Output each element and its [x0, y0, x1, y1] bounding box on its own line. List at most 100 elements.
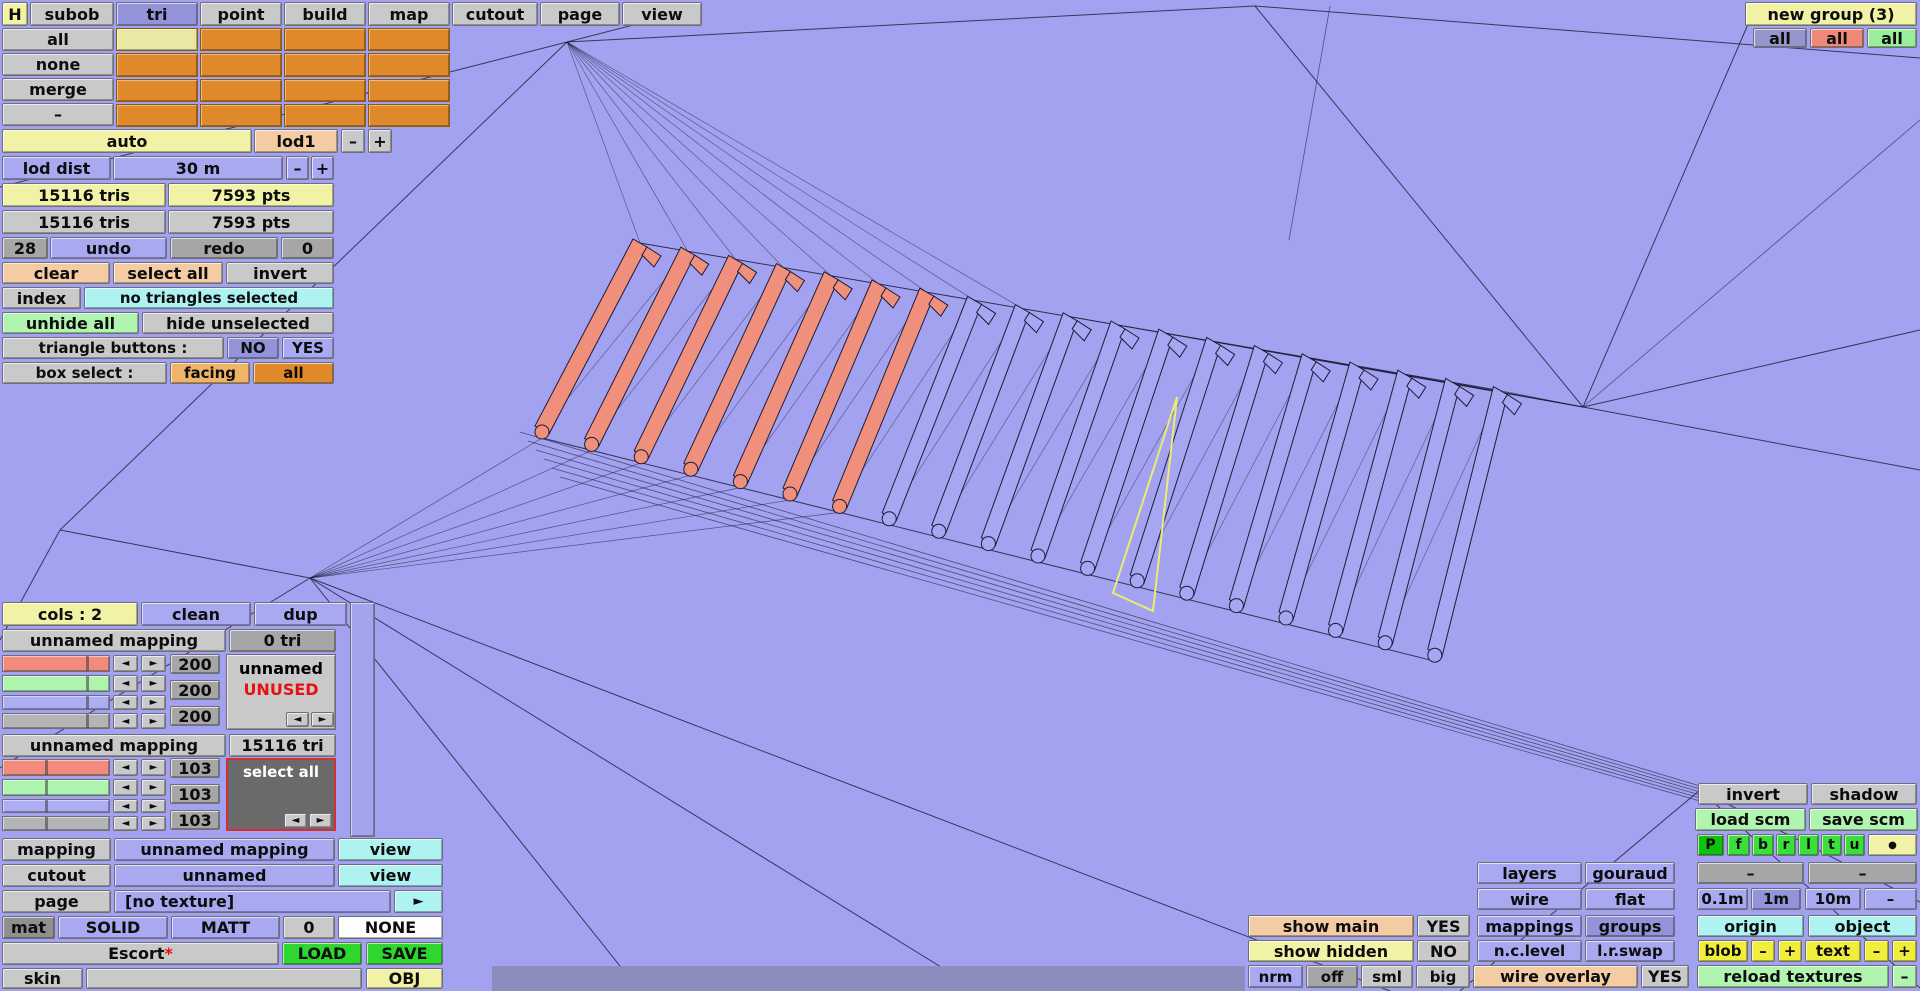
brightness-right-arrow[interactable]: ►	[141, 713, 166, 729]
green-slider-2[interactable]	[2, 779, 110, 796]
red-right-arrow-2[interactable]: ►	[141, 759, 166, 776]
panel-scroll-gutter[interactable]	[350, 602, 375, 837]
brightness-left-arrow[interactable]: ◄	[113, 713, 138, 729]
tab-page[interactable]: page	[540, 2, 620, 26]
invert-normals-button[interactable]: invert	[1698, 783, 1808, 805]
red-value-2[interactable]: 103	[170, 758, 220, 778]
proj-l-button[interactable]: l	[1798, 834, 1819, 856]
blue-right-arrow[interactable]: ►	[141, 695, 166, 710]
blue-value[interactable]: 200	[170, 706, 220, 726]
triangle-buttons-no[interactable]: NO	[227, 337, 279, 359]
text-plus-button[interactable]: +	[1892, 940, 1917, 962]
blue-left-arrow-2[interactable]: ◄	[113, 799, 138, 813]
nrm-sml-button[interactable]: sml	[1361, 965, 1413, 988]
box-select-all[interactable]: all	[253, 362, 334, 384]
show-hidden-toggle[interactable]: show hidden	[1248, 940, 1414, 962]
green-right-arrow-2[interactable]: ►	[141, 779, 166, 796]
clean-button[interactable]: clean	[141, 602, 251, 626]
tab-cutout[interactable]: cutout	[452, 2, 538, 26]
tab-h[interactable]: H	[2, 2, 28, 26]
reload-textures-button[interactable]: reload textures	[1697, 965, 1889, 988]
blob-plus-button[interactable]: +	[1778, 940, 1802, 962]
swatch-cell[interactable]	[284, 53, 366, 77]
select-all-button[interactable]: select all	[113, 262, 223, 284]
brightness-left-arrow-2[interactable]: ◄	[113, 816, 138, 831]
red-value[interactable]: 200	[170, 654, 220, 674]
origin-button[interactable]: origin	[1697, 915, 1804, 937]
index-button[interactable]: index	[2, 287, 81, 309]
mapping2-name[interactable]: unnamed mapping	[2, 734, 226, 757]
nrm-off-button[interactable]: off	[1306, 965, 1358, 988]
group-all-red-button[interactable]: all	[1810, 28, 1864, 48]
swatch-cell[interactable]	[284, 103, 366, 127]
page-row-label[interactable]: page	[2, 890, 111, 913]
show-hidden-state[interactable]: NO	[1417, 940, 1470, 962]
page-next-button[interactable]: ►	[394, 890, 443, 913]
mappings-button[interactable]: mappings	[1477, 915, 1582, 937]
swatch-cell[interactable]	[368, 78, 450, 102]
load-button[interactable]: LOAD	[282, 942, 362, 965]
groups-button[interactable]: groups	[1585, 915, 1675, 937]
cutout-row-value[interactable]: unnamed	[114, 864, 335, 887]
swatch-cell[interactable]	[116, 78, 198, 102]
cols-button[interactable]: cols : 2	[2, 602, 138, 626]
mapping1-prev-arrow[interactable]: ◄	[286, 712, 309, 727]
skin-button[interactable]: skin	[2, 968, 83, 989]
cutout-view-button[interactable]: view	[338, 864, 443, 887]
mapping-row-label[interactable]: mapping	[2, 838, 111, 861]
grid-minus-button[interactable]: –	[1864, 888, 1917, 910]
new-group-button[interactable]: new group (3)	[1745, 2, 1917, 26]
lod1-button[interactable]: lod1	[254, 129, 338, 153]
proj-r-button[interactable]: r	[1776, 834, 1796, 856]
mat-solid-button[interactable]: SOLID	[58, 916, 168, 939]
swatch-cell[interactable]	[116, 103, 198, 127]
dup-button[interactable]: dup	[254, 602, 347, 626]
brightness-slider-2[interactable]	[2, 816, 110, 831]
blob-minus-button[interactable]: –	[1751, 940, 1775, 962]
lod-dist-minus-button[interactable]: –	[286, 156, 309, 180]
mapping1-next-arrow[interactable]: ►	[311, 712, 334, 727]
save-button[interactable]: SAVE	[366, 942, 443, 965]
lod-dist-plus-button[interactable]: +	[311, 156, 334, 180]
obj-button[interactable]: OBJ	[366, 968, 443, 989]
grid-01m-button[interactable]: 0.1m	[1697, 888, 1748, 910]
text-minus-button[interactable]: –	[1864, 940, 1889, 962]
grid-10m-button[interactable]: 10m	[1805, 888, 1861, 910]
reload-minus-button[interactable]: –	[1892, 965, 1917, 988]
swatch-cell[interactable]	[284, 78, 366, 102]
mapping-row-value[interactable]: unnamed mapping	[114, 838, 335, 861]
mapping2-prev-arrow[interactable]: ◄	[284, 813, 307, 828]
hide-unselected-button[interactable]: hide unselected	[142, 312, 334, 334]
tab-subob[interactable]: subob	[30, 2, 114, 26]
shade-dash-2[interactable]: –	[1808, 862, 1917, 884]
triangle-buttons-yes[interactable]: YES	[282, 337, 334, 359]
subobj-all-button[interactable]: all	[2, 28, 114, 51]
proj-b-button[interactable]: b	[1752, 834, 1774, 856]
box-select-facing[interactable]: facing	[170, 362, 250, 384]
tab-point[interactable]: point	[200, 2, 282, 26]
red-slider-2[interactable]	[2, 759, 110, 776]
mapping1-name[interactable]: unnamed mapping	[2, 629, 226, 652]
show-main-toggle[interactable]: show main	[1248, 915, 1414, 937]
green-left-arrow-2[interactable]: ◄	[113, 779, 138, 796]
tab-map[interactable]: map	[368, 2, 450, 26]
subobj-dash-button[interactable]: –	[2, 103, 114, 126]
lod-minus-button[interactable]: –	[341, 129, 365, 153]
swatch-cell[interactable]	[200, 28, 282, 52]
brightness-right-arrow-2[interactable]: ►	[141, 816, 166, 831]
proj-t-button[interactable]: t	[1821, 834, 1842, 856]
mat-matt-button[interactable]: MATT	[171, 916, 280, 939]
shadow-button[interactable]: shadow	[1811, 783, 1917, 805]
mapping-view-button[interactable]: view	[338, 838, 443, 861]
red-slider[interactable]	[2, 655, 110, 672]
subobj-none-button[interactable]: none	[2, 53, 114, 76]
gouraud-button[interactable]: gouraud	[1585, 862, 1675, 884]
show-main-state[interactable]: YES	[1417, 915, 1470, 937]
save-scm-button[interactable]: save scm	[1809, 808, 1918, 831]
swatch-cell[interactable]	[368, 53, 450, 77]
tab-build[interactable]: build	[284, 2, 366, 26]
group-all-green-button[interactable]: all	[1867, 28, 1917, 48]
green-right-arrow[interactable]: ►	[141, 675, 166, 692]
tab-tri[interactable]: tri	[116, 2, 198, 26]
invert-button[interactable]: invert	[226, 262, 334, 284]
